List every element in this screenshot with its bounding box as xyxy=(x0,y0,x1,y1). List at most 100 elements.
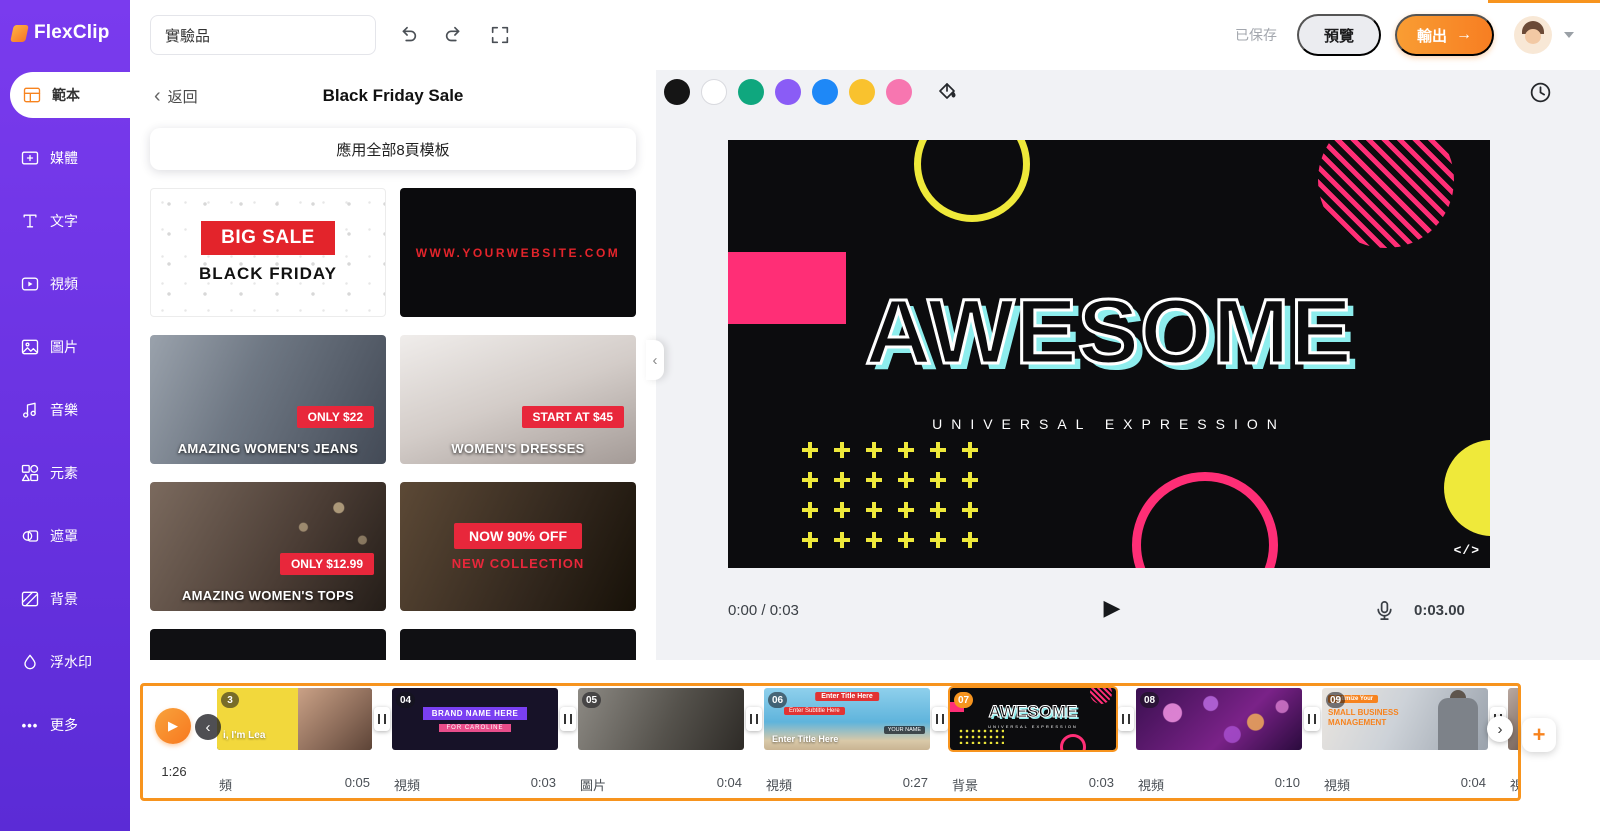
timeline-play-button[interactable]: ▶ xyxy=(155,708,191,744)
timeline-clip-04[interactable]: 04 BRAND NAME HERE FOR CAROLINE 視頻 0:03 xyxy=(392,686,558,794)
sidebar-item-label: 圖片 xyxy=(50,337,78,357)
clip-hatched-circle xyxy=(1090,688,1112,704)
clip-thumbnail[interactable]: 07 AWESOME UNIVERSAL EXPRESSION xyxy=(950,688,1116,750)
color-swatch-blue[interactable] xyxy=(812,79,838,105)
sidebar-item-video[interactable]: 視頻 xyxy=(0,261,130,307)
preview-button[interactable]: 預覽 xyxy=(1297,14,1381,56)
template-thumb-partial[interactable] xyxy=(150,629,386,660)
color-swatch-purple[interactable] xyxy=(775,79,801,105)
template-thumb-big-sale[interactable]: BIG SALE BLACK FRIDAY xyxy=(150,188,386,317)
sidebar-item-media[interactable]: 媒體 xyxy=(0,135,130,181)
export-button[interactable]: 輸出 → xyxy=(1395,14,1494,56)
clip-text: Enter Subtitle Here xyxy=(784,707,845,715)
template-grid: BIG SALE BLACK FRIDAY WWW.YOURWEBSITE.CO… xyxy=(130,188,656,660)
timeline-clip-07-selected[interactable]: 07 AWESOME UNIVERSAL EXPRESSION 背景 0:03 xyxy=(950,686,1116,794)
transition-button[interactable] xyxy=(1118,707,1134,731)
clip-text: SMALL BUSINESS xyxy=(1328,708,1399,717)
timeline-clip-05[interactable]: 05 圖片 0:04 xyxy=(578,686,744,794)
project-name-input[interactable] xyxy=(150,15,376,55)
embed-code-icon[interactable]: </> xyxy=(1454,543,1480,558)
clip-duration: 0:10 xyxy=(1275,775,1300,794)
template-thumb-tops[interactable]: ONLY $12.99 AMAZING WOMEN'S TOPS xyxy=(150,482,386,611)
clip-text: AWESOME xyxy=(950,703,1116,720)
plus-glyph xyxy=(930,532,946,548)
clip-text: MANAGEMENT xyxy=(1328,718,1386,727)
redo-button[interactable] xyxy=(436,17,472,53)
plus-glyph xyxy=(802,532,818,548)
transition-button[interactable] xyxy=(374,707,390,731)
sidebar-item-elements[interactable]: 元素 xyxy=(0,450,130,496)
color-swatch-black[interactable] xyxy=(664,79,690,105)
back-button[interactable]: ‹ 返回 xyxy=(154,86,198,107)
sidebar-item-watermark[interactable]: 浮水印 xyxy=(0,639,130,685)
clip-duration: 0:04 xyxy=(1461,775,1486,794)
clip-dot-grid xyxy=(958,728,1004,744)
sidebar-item-image[interactable]: 圖片 xyxy=(0,324,130,370)
template-thumb-website[interactable]: WWW.YOURWEBSITE.COM xyxy=(400,188,636,317)
clip-thumbnail[interactable]: 04 BRAND NAME HERE FOR CAROLINE xyxy=(392,688,558,750)
timeline-scroll-left-button[interactable]: ‹ xyxy=(195,714,221,740)
fullscreen-button[interactable] xyxy=(482,17,518,53)
sidebar-item-background[interactable]: 背景 xyxy=(0,576,130,622)
plus-glyph xyxy=(866,532,882,548)
history-controls xyxy=(390,17,518,53)
clip-thumbnail[interactable]: 3 i, I'm Lea xyxy=(217,688,372,750)
microphone-icon[interactable] xyxy=(1370,596,1398,624)
transition-button[interactable] xyxy=(560,707,576,731)
paint-bucket-icon[interactable] xyxy=(932,77,962,107)
transition-button[interactable] xyxy=(746,707,762,731)
clip-thumbnail[interactable]: 09 Optimize Your SMALL BUSINESS MANAGEME… xyxy=(1322,688,1488,750)
stage: AWESOME UNIVERSAL EXPRESSION </> 0:00 / … xyxy=(656,70,1600,660)
sidebar-item-text[interactable]: 文字 xyxy=(0,198,130,244)
timeline-clip-3[interactable]: 3 i, I'm Lea 頻 0:05 xyxy=(217,686,372,794)
timeline-scroll-right-button[interactable]: › xyxy=(1487,716,1513,742)
history-clock-icon[interactable] xyxy=(1526,78,1554,106)
canvas-yellow-ring[interactable] xyxy=(914,140,1030,222)
template-thumb-jeans[interactable]: ONLY $22 AMAZING WOMEN'S JEANS xyxy=(150,335,386,464)
clip-thumbnail[interactable]: 06 Enter Title Here Enter Subtitle Here … xyxy=(764,688,930,750)
clip-type-label: 視頻 xyxy=(1138,775,1164,794)
transition-icon xyxy=(564,714,572,724)
canvas-hatched-circle[interactable] xyxy=(1318,140,1454,248)
timeline-clip-partial[interactable]: 視 xyxy=(1508,686,1521,794)
clip-meta: 視頻 0:10 xyxy=(1136,775,1302,794)
avatar[interactable] xyxy=(1514,16,1552,54)
timeline-clips-row: 3 i, I'm Lea 頻 0:05 04 BRA xyxy=(217,686,1521,794)
plus-glyph xyxy=(962,442,978,458)
undo-button[interactable] xyxy=(390,17,426,53)
preview-canvas[interactable]: AWESOME UNIVERSAL EXPRESSION </> xyxy=(728,140,1490,568)
flexclip-logo[interactable]: FlexClip xyxy=(0,0,130,58)
clip-thumbnail[interactable] xyxy=(1508,688,1521,750)
template-thumb-collection[interactable]: NOW 90% OFF NEW COLLECTION xyxy=(400,482,636,611)
transition-button[interactable] xyxy=(932,707,948,731)
canvas-headline[interactable]: AWESOME xyxy=(728,286,1490,378)
clip-text: Enter Title Here xyxy=(772,734,838,744)
template-thumb-dresses[interactable]: START AT $45 WOMEN'S DRESSES xyxy=(400,335,636,464)
color-swatch-pink[interactable] xyxy=(886,79,912,105)
sidebar-item-mask[interactable]: 遮罩 xyxy=(0,513,130,559)
transition-button[interactable] xyxy=(1304,707,1320,731)
color-swatch-yellow[interactable] xyxy=(849,79,875,105)
timeline-clip-08[interactable]: 08 視頻 0:10 xyxy=(1136,686,1302,794)
sidebar-item-templates[interactable]: 範本 xyxy=(10,72,130,118)
panel-collapse-handle[interactable]: ‹ xyxy=(646,340,664,380)
chevron-down-icon[interactable] xyxy=(1564,32,1574,38)
clip-thumbnail[interactable]: 05 xyxy=(578,688,744,750)
canvas-yellow-circle[interactable] xyxy=(1444,440,1490,536)
canvas-subtitle[interactable]: UNIVERSAL EXPRESSION xyxy=(728,416,1490,432)
clip-thumbnail[interactable]: 08 xyxy=(1136,688,1302,750)
timeline-clip-09[interactable]: 09 Optimize Your SMALL BUSINESS MANAGEME… xyxy=(1322,686,1488,794)
sidebar-item-more[interactable]: ••• 更多 xyxy=(0,702,130,748)
price-badge: ONLY $12.99 xyxy=(280,553,374,575)
color-swatch-teal[interactable] xyxy=(738,79,764,105)
sidebar-item-music[interactable]: 音樂 xyxy=(0,387,130,433)
add-clip-button[interactable]: + xyxy=(1522,718,1556,752)
canvas-pink-ring[interactable] xyxy=(1132,472,1278,568)
timeline-clip-06[interactable]: 06 Enter Title Here Enter Subtitle Here … xyxy=(764,686,930,794)
apply-all-templates-button[interactable]: 應用全部8頁模板 xyxy=(150,128,636,170)
timeline-total-duration: 1:26 xyxy=(151,764,197,779)
preview-play-button[interactable]: ▶ xyxy=(1098,594,1126,622)
color-swatch-white[interactable] xyxy=(701,79,727,105)
clip-text: i, I'm Lea xyxy=(223,730,265,741)
template-thumb-partial[interactable] xyxy=(400,629,636,660)
